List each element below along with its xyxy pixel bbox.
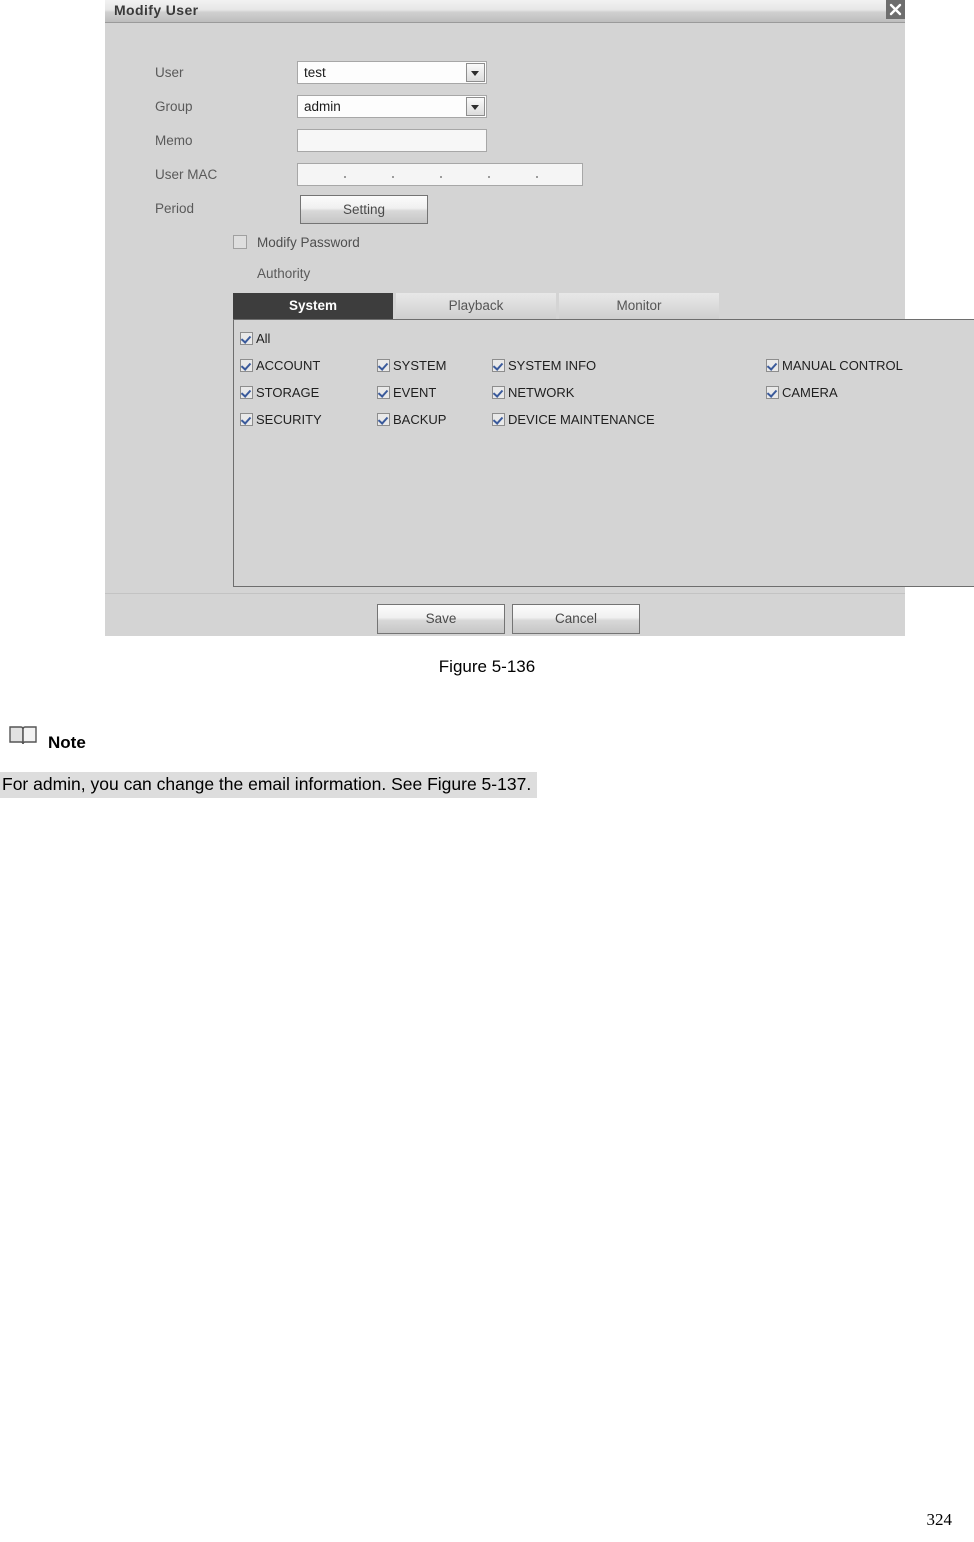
authority-panel: All ACCOUNT STORAGE SECURITY SYSTEM EVEN… [233, 319, 974, 587]
authority-checkbox-label: SYSTEM [393, 358, 447, 373]
period-label: Period [155, 201, 195, 216]
checkbox-checked-icon[interactable] [240, 332, 253, 345]
page-number: 324 [926, 1510, 953, 1529]
authority-tabs: System Playback Monitor [233, 293, 719, 319]
checkbox-checked-icon[interactable] [240, 413, 253, 426]
checkbox-checked-icon[interactable] [492, 413, 505, 426]
checkbox-icon[interactable] [233, 235, 247, 249]
close-icon[interactable] [886, 0, 905, 19]
authority-checkbox-label: DEVICE MAINTENANCE [508, 412, 655, 427]
tab-monitor[interactable]: Monitor [559, 293, 719, 319]
memo-input[interactable] [297, 129, 487, 152]
chevron-down-icon[interactable] [466, 97, 485, 116]
authority-checkbox-label: NETWORK [508, 385, 575, 400]
checkbox-checked-icon[interactable] [240, 359, 253, 372]
note-heading: Note [48, 733, 86, 752]
group-select[interactable]: admin [297, 95, 487, 118]
dialog-body: User test Group admin Memo User MAC Peri… [105, 23, 974, 636]
checkbox-checked-icon[interactable] [766, 359, 779, 372]
memo-label: Memo [155, 133, 193, 148]
checkbox-checked-icon[interactable] [766, 386, 779, 399]
form-row-user-mac: User MAC [105, 163, 583, 187]
chevron-down-icon[interactable] [466, 63, 485, 82]
modify-password-label: Modify Password [257, 235, 360, 250]
checkbox-checked-icon[interactable] [377, 413, 390, 426]
page-title: Modify User [114, 2, 199, 18]
save-button[interactable]: Save [377, 604, 505, 634]
mac-separator [440, 176, 442, 178]
authority-checkbox-label: CAMERA [782, 385, 838, 400]
checkbox-checked-icon[interactable] [492, 359, 505, 372]
note-body-text: For admin, you can change the email info… [0, 772, 538, 798]
mac-separator [392, 176, 394, 178]
authority-checkbox-label: STORAGE [256, 385, 320, 400]
authority-checkbox-label: ACCOUNT [256, 358, 321, 373]
group-label: Group [155, 99, 193, 114]
authority-checkbox-label: BACKUP [393, 412, 447, 427]
authority-checkbox-label: MANUAL CONTROL [782, 358, 903, 373]
mac-separator [488, 176, 490, 178]
authority-label: Authority [257, 266, 311, 281]
book-icon [8, 724, 38, 753]
mac-separator [536, 176, 538, 178]
tab-playback[interactable]: Playback [396, 293, 556, 319]
figure-caption: Figure 5-136 [438, 657, 536, 676]
cancel-button[interactable]: Cancel [512, 604, 640, 634]
user-label: User [155, 65, 184, 80]
checkbox-checked-icon[interactable] [240, 386, 253, 399]
user-mac-label: User MAC [155, 167, 218, 182]
modify-user-dialog: Modify User User test Group admin Memo U… [105, 0, 974, 636]
checkbox-checked-icon[interactable] [377, 359, 390, 372]
checkbox-checked-icon[interactable] [492, 386, 505, 399]
group-select-value: admin [304, 99, 341, 114]
authority-checkbox-label: SYSTEM INFO [508, 358, 597, 373]
period-setting-button[interactable]: Setting [300, 195, 428, 224]
footer-divider [105, 593, 905, 594]
authority-checkbox-label: SECURITY [256, 412, 322, 427]
tab-system[interactable]: System [233, 293, 393, 319]
user-select-value: test [304, 65, 326, 80]
user-select[interactable]: test [297, 61, 487, 84]
dialog-titlebar: Modify User [105, 0, 905, 23]
user-mac-input[interactable] [297, 163, 583, 186]
checkbox-checked-icon[interactable] [377, 386, 390, 399]
mac-separator [344, 176, 346, 178]
authority-checkbox-label: EVENT [393, 385, 437, 400]
authority-checkbox-label: All [256, 331, 271, 346]
